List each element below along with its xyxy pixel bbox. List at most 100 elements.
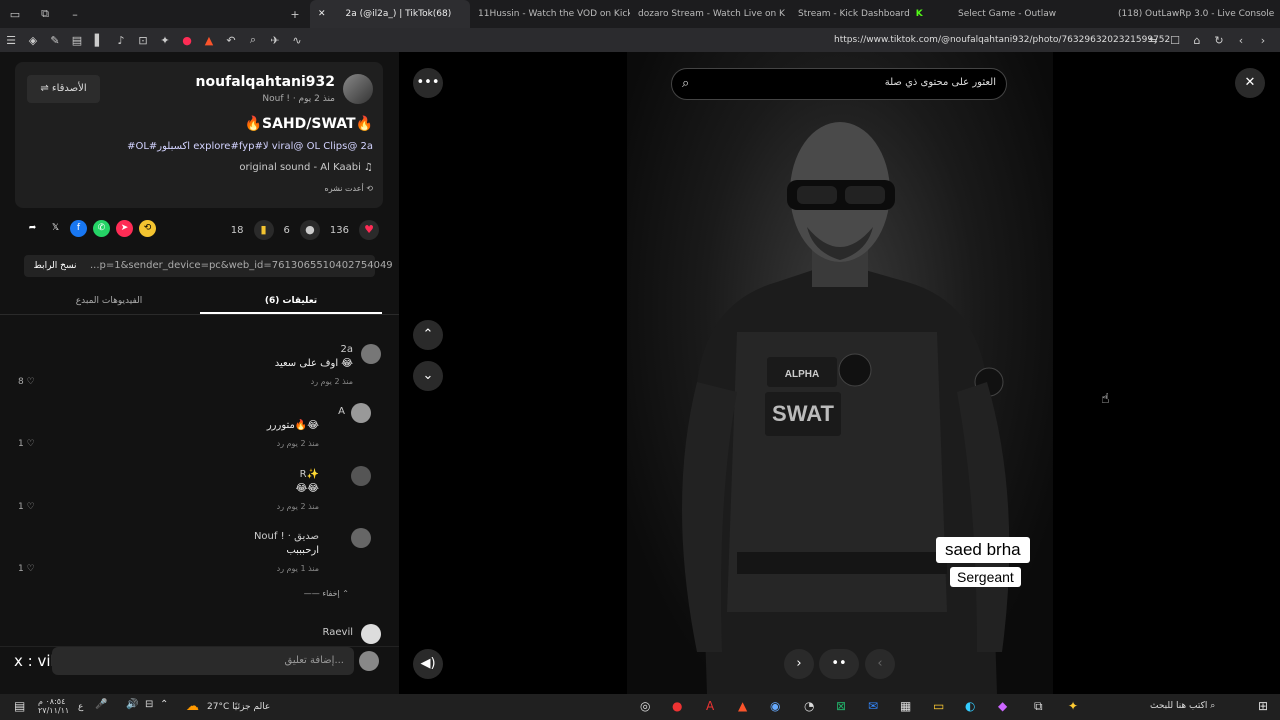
- copy-link-button[interactable]: نسخ الرابط: [24, 255, 86, 277]
- tab-kick-dashboard[interactable]: Stream - Kick Dashboard K: [790, 0, 950, 28]
- share-icon[interactable]: ➦: [24, 220, 41, 237]
- task-view-icon[interactable]: ⧉: [1034, 699, 1043, 714]
- avatar[interactable]: [361, 344, 381, 364]
- menu-icon[interactable]: ☰: [0, 34, 22, 47]
- copilot-icon[interactable]: ◆: [998, 699, 1007, 713]
- home-icon[interactable]: ⌂: [1186, 34, 1208, 47]
- translate-icon[interactable]: ✈: [264, 34, 286, 47]
- comment-like[interactable]: 1 ♡: [18, 502, 35, 512]
- music-icon[interactable]: ♪: [110, 34, 132, 47]
- sparkle-icon[interactable]: ✦: [1068, 699, 1078, 713]
- tab-comments[interactable]: تعليقات (6): [200, 290, 382, 314]
- tab-kick-vod[interactable]: 11Hussin - Watch the VOD on KickK: [470, 0, 630, 28]
- window-icon[interactable]: ▤: [66, 34, 88, 47]
- avatar[interactable]: [351, 403, 371, 423]
- folder-icon[interactable]: ▭: [933, 699, 944, 713]
- outlook-icon[interactable]: ✉: [868, 699, 878, 713]
- close-button[interactable]: ✕: [1235, 68, 1265, 98]
- post-photo[interactable]: ALPHA SWAT: [627, 52, 1053, 694]
- avatar[interactable]: [351, 466, 371, 486]
- draw-icon[interactable]: ∿: [286, 34, 308, 47]
- volume-icon[interactable]: ◀): [413, 649, 443, 679]
- comment-like[interactable]: 8 ♡: [18, 377, 35, 387]
- username[interactable]: noufalqahtani932: [196, 74, 335, 90]
- hashtags[interactable]: #OL#اكسبلور explore#fyp#لا viral@ OL Cli…: [127, 141, 373, 152]
- microphone-icon[interactable]: 🎤: [95, 699, 107, 710]
- x-share-icon[interactable]: 𝕏: [47, 220, 64, 237]
- language-indicator[interactable]: ع: [78, 702, 83, 712]
- send-icon[interactable]: ➤: [116, 220, 133, 237]
- tab-outlaw[interactable]: Select Game - Outlaw: [950, 0, 1110, 28]
- hide-replies-button[interactable]: —— إخفاء ⌃: [304, 589, 349, 598]
- shield-icon[interactable]: ◈: [22, 34, 44, 47]
- speedometer-icon[interactable]: ◔: [804, 699, 814, 713]
- new-tab-button[interactable]: +: [280, 8, 310, 21]
- obs-icon[interactable]: ◉: [770, 699, 780, 713]
- screenshot-icon[interactable]: ⊡: [132, 34, 154, 47]
- more-options-button[interactable]: •••: [413, 68, 443, 98]
- app-icon[interactable]: ●: [672, 699, 682, 713]
- address-bar[interactable]: https://www.tiktok.com/@noufalqahtani932…: [834, 28, 1170, 52]
- comment-user[interactable]: R✨: [300, 469, 319, 480]
- next-photo-button[interactable]: ›: [784, 649, 814, 679]
- tab-console[interactable]: (118) OutLawRp 3.0 - Live Console: [1110, 0, 1274, 28]
- repost-share-icon[interactable]: ⟲: [139, 220, 156, 237]
- zoom-icon[interactable]: ⌕: [242, 33, 264, 47]
- comment-icon[interactable]: ●: [299, 220, 320, 240]
- friends-button[interactable]: ⇌ الأصدقاء: [27, 75, 100, 103]
- previous-post-button[interactable]: ⌃: [413, 320, 443, 350]
- brave-taskbar-icon[interactable]: ▲: [738, 699, 747, 713]
- edge-icon[interactable]: ◐: [965, 699, 975, 713]
- tab-tiktok[interactable]: ✕ 2a (@il2a_) | TikTok(68): [310, 0, 470, 28]
- sound-link[interactable]: original sound - Al Kaabi ♫: [239, 162, 373, 173]
- steam-icon[interactable]: ◎: [640, 699, 650, 713]
- extension-badge-icon[interactable]: ●: [176, 34, 198, 47]
- comment-input[interactable]: إضافة تعليق...: [52, 647, 354, 675]
- comment-meta[interactable]: منذ 2 يوم رد: [277, 439, 319, 448]
- avatar[interactable]: [343, 74, 373, 104]
- comment-like[interactable]: 1 ♡: [18, 439, 35, 449]
- comment-user[interactable]: 2a: [341, 344, 354, 355]
- comment-meta[interactable]: منذ 2 يوم رد: [311, 377, 353, 386]
- bookmark-icon[interactable]: ☐: [1164, 34, 1186, 47]
- store-icon[interactable]: ▦: [900, 699, 911, 713]
- comment-like[interactable]: 1 ♡: [18, 564, 35, 574]
- clock[interactable]: ٠٨:٥٤ م ٢٧/١١/١١: [38, 697, 69, 715]
- comment-meta[interactable]: منذ 1 يوم رد: [277, 564, 319, 573]
- excel-icon[interactable]: ⊠: [836, 699, 846, 713]
- back-icon[interactable]: ‹: [1230, 34, 1252, 47]
- whatsapp-icon[interactable]: ✆: [93, 220, 110, 237]
- weather-text[interactable]: 27°C عالم جزئيًا: [207, 702, 270, 712]
- comment-user[interactable]: A: [338, 406, 345, 417]
- prev-photo-button[interactable]: ‹: [865, 649, 895, 679]
- taskbar-search[interactable]: اكتب هنا للبحث ⌕: [1150, 701, 1215, 711]
- notification-icon[interactable]: ▤: [14, 699, 25, 713]
- extensions-icon[interactable]: ✦: [154, 34, 176, 47]
- site-settings-icon[interactable]: ⇋: [1142, 34, 1164, 47]
- tab-actions-icon[interactable]: ⧉: [30, 7, 60, 21]
- bookmark-icon[interactable]: ▮: [253, 220, 274, 240]
- search-input[interactable]: العثور على محتوى ذي صلة: [885, 77, 996, 88]
- heart-icon[interactable]: ♥: [359, 220, 379, 240]
- facebook-icon[interactable]: f: [70, 220, 87, 237]
- app-a-icon[interactable]: A: [706, 699, 714, 713]
- minimize-icon[interactable]: –: [60, 8, 90, 21]
- comment-meta[interactable]: منذ 2 يوم رد: [277, 502, 319, 511]
- network-icon[interactable]: ⊟: [145, 699, 153, 710]
- comment-user[interactable]: Nouf ! · صديق: [254, 531, 319, 542]
- brave-icon[interactable]: ▲: [198, 34, 220, 47]
- search-icon[interactable]: ⌕: [682, 76, 689, 91]
- close-tab-icon[interactable]: ✕: [318, 9, 326, 19]
- search-bar[interactable]: ⌕ العثور على محتوى ذي صلة: [671, 68, 1007, 100]
- forward-icon[interactable]: ›: [1252, 34, 1274, 47]
- sidebar-icon[interactable]: ▭: [0, 8, 30, 21]
- avatar[interactable]: [351, 528, 371, 548]
- reload-icon[interactable]: ↻: [1208, 34, 1230, 47]
- avatar[interactable]: [361, 624, 381, 644]
- comment-user[interactable]: Raevil: [323, 627, 353, 638]
- pin-icon[interactable]: ✎: [44, 34, 66, 47]
- tray-chevron-icon[interactable]: ⌃: [160, 699, 168, 710]
- volume-tray-icon[interactable]: 🔊: [126, 699, 138, 710]
- tab-kick-live[interactable]: dozaro Stream - Watch Live on KK: [630, 0, 790, 28]
- tab-creator-videos[interactable]: الفيديوهات المبدع: [18, 290, 200, 312]
